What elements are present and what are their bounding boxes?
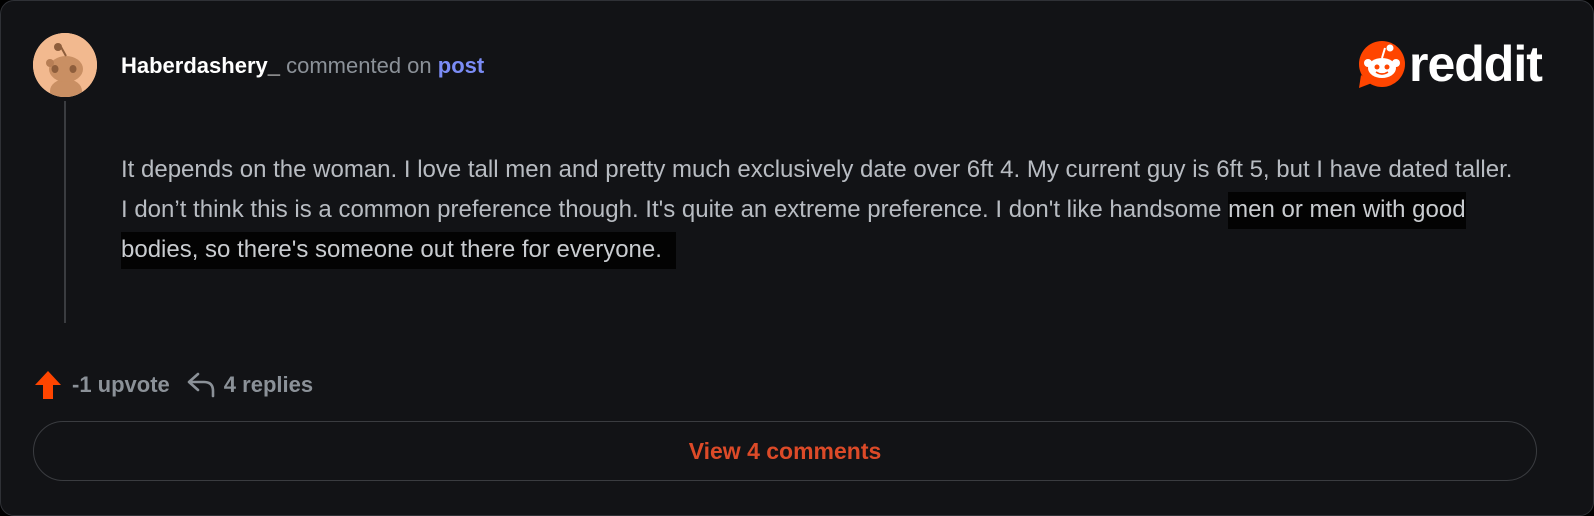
upvote-arrow-icon (35, 371, 61, 399)
comment-card: Haberdashery_ commented on post reddit I… (0, 0, 1594, 516)
view-comments-button[interactable]: View 4 comments (33, 421, 1537, 481)
thread-line (64, 101, 66, 323)
commented-on-text: commented on (286, 53, 432, 78)
reply-arrow-icon (187, 372, 215, 398)
upvote-count: -1 upvote (72, 372, 170, 397)
post-link[interactable]: post (438, 53, 484, 78)
user-avatar[interactable] (33, 33, 97, 97)
username[interactable]: Haberdashery_ (121, 53, 280, 78)
reddit-snoo-icon (1359, 41, 1405, 88)
replies-button[interactable]: 4 replies (186, 371, 313, 399)
comment-actions: -1 upvote 4 replies (33, 369, 313, 401)
upvote-button[interactable]: -1 upvote (33, 369, 170, 401)
reddit-logo[interactable]: reddit (1357, 36, 1543, 92)
avatar-snoo-icon (33, 33, 97, 97)
comment-header: Haberdashery_ commented on post (121, 53, 484, 79)
reddit-wordmark: reddit (1409, 36, 1543, 92)
comment-body: It depends on the woman. I love tall men… (121, 150, 1521, 270)
replies-count: 4 replies (223, 372, 314, 397)
